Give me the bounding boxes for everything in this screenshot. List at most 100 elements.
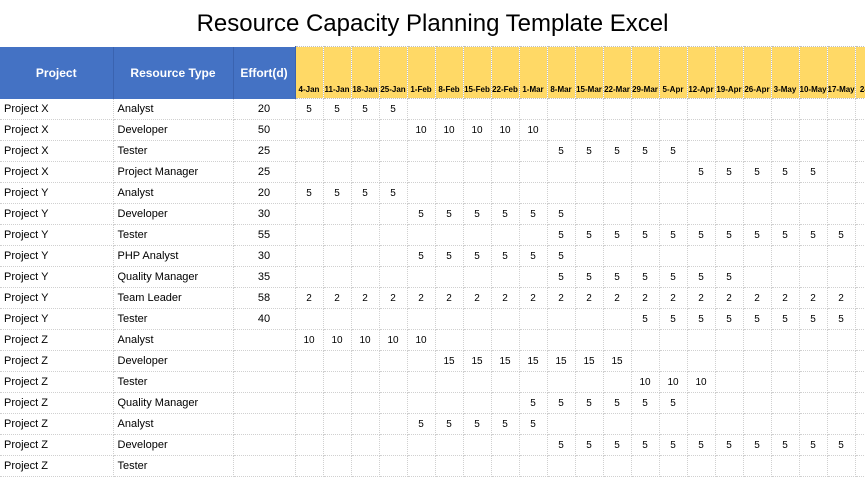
cell-value[interactable] [855,99,865,120]
cell-effort[interactable] [233,414,295,435]
cell-value[interactable]: 5 [743,225,771,246]
cell-value[interactable]: 5 [743,435,771,456]
cell-value[interactable] [659,99,687,120]
cell-value[interactable] [603,456,631,477]
cell-value[interactable] [407,225,435,246]
header-date[interactable]: 15-Feb [463,47,491,99]
cell-value[interactable]: 10 [519,120,547,141]
header-date[interactable]: 12-Apr [687,47,715,99]
cell-value[interactable] [463,372,491,393]
cell-value[interactable]: 5 [799,162,827,183]
header-date[interactable]: 26-Apr [743,47,771,99]
cell-value[interactable] [771,330,799,351]
cell-value[interactable] [659,456,687,477]
cell-value[interactable]: 2 [575,288,603,309]
header-date[interactable]: 15-Mar [575,47,603,99]
cell-value[interactable] [855,162,865,183]
cell-value[interactable] [659,183,687,204]
cell-value[interactable] [491,267,519,288]
cell-value[interactable] [379,204,407,225]
cell-value[interactable] [827,141,855,162]
cell-value[interactable]: 5 [519,414,547,435]
cell-effort[interactable]: 25 [233,141,295,162]
cell-value[interactable] [519,267,547,288]
cell-project[interactable]: Project Z [0,351,113,372]
cell-value[interactable]: 10 [687,372,715,393]
cell-value[interactable] [603,414,631,435]
cell-resource[interactable]: Quality Manager [113,267,233,288]
cell-value[interactable]: 15 [519,351,547,372]
cell-value[interactable]: 5 [771,309,799,330]
cell-value[interactable] [435,267,463,288]
cell-value[interactable]: 2 [631,288,659,309]
cell-value[interactable] [743,456,771,477]
cell-value[interactable] [715,246,743,267]
cell-value[interactable] [771,372,799,393]
cell-value[interactable] [463,141,491,162]
cell-value[interactable] [715,141,743,162]
cell-value[interactable] [743,372,771,393]
header-date[interactable]: 10-May [799,47,827,99]
cell-value[interactable]: 15 [491,351,519,372]
cell-value[interactable] [351,204,379,225]
cell-value[interactable] [799,141,827,162]
cell-value[interactable] [771,414,799,435]
cell-value[interactable] [295,393,323,414]
cell-value[interactable]: 2 [351,288,379,309]
cell-value[interactable]: 5 [659,267,687,288]
cell-value[interactable] [295,435,323,456]
cell-value[interactable]: 5 [435,246,463,267]
cell-value[interactable] [575,120,603,141]
cell-value[interactable]: 5 [855,435,865,456]
cell-value[interactable]: 15 [603,351,631,372]
cell-value[interactable]: 5 [407,414,435,435]
cell-value[interactable]: 5 [351,99,379,120]
cell-value[interactable]: 2 [855,288,865,309]
cell-value[interactable] [379,162,407,183]
cell-value[interactable] [715,120,743,141]
cell-value[interactable]: 2 [295,288,323,309]
cell-value[interactable]: 2 [659,288,687,309]
cell-value[interactable] [603,99,631,120]
cell-resource[interactable]: Developer [113,435,233,456]
cell-value[interactable] [743,330,771,351]
cell-value[interactable]: 5 [687,225,715,246]
header-date[interactable]: 29-Mar [631,47,659,99]
cell-value[interactable] [295,225,323,246]
cell-value[interactable] [743,414,771,435]
cell-value[interactable] [435,456,463,477]
cell-value[interactable] [603,162,631,183]
cell-value[interactable]: 5 [547,393,575,414]
cell-value[interactable]: 15 [435,351,463,372]
cell-value[interactable] [855,141,865,162]
cell-value[interactable] [407,393,435,414]
cell-value[interactable] [379,351,407,372]
cell-value[interactable]: 5 [575,435,603,456]
cell-value[interactable] [351,456,379,477]
cell-value[interactable] [575,330,603,351]
cell-value[interactable] [323,120,351,141]
header-project[interactable]: Project [0,47,113,99]
cell-project[interactable]: Project Z [0,372,113,393]
cell-value[interactable] [855,183,865,204]
cell-resource[interactable]: Developer [113,204,233,225]
cell-value[interactable]: 5 [295,99,323,120]
cell-value[interactable] [659,351,687,372]
cell-value[interactable]: 5 [407,246,435,267]
cell-value[interactable]: 10 [351,330,379,351]
cell-value[interactable]: 2 [715,288,743,309]
cell-value[interactable] [771,141,799,162]
header-date[interactable]: 4-Jan [295,47,323,99]
cell-effort[interactable]: 40 [233,309,295,330]
cell-value[interactable] [771,246,799,267]
cell-value[interactable] [631,456,659,477]
cell-value[interactable] [631,351,659,372]
cell-value[interactable] [603,246,631,267]
cell-value[interactable] [323,414,351,435]
cell-effort[interactable] [233,456,295,477]
header-date[interactable]: 1-Feb [407,47,435,99]
cell-value[interactable] [827,456,855,477]
cell-value[interactable] [799,414,827,435]
cell-value[interactable]: 5 [715,435,743,456]
cell-value[interactable] [379,372,407,393]
